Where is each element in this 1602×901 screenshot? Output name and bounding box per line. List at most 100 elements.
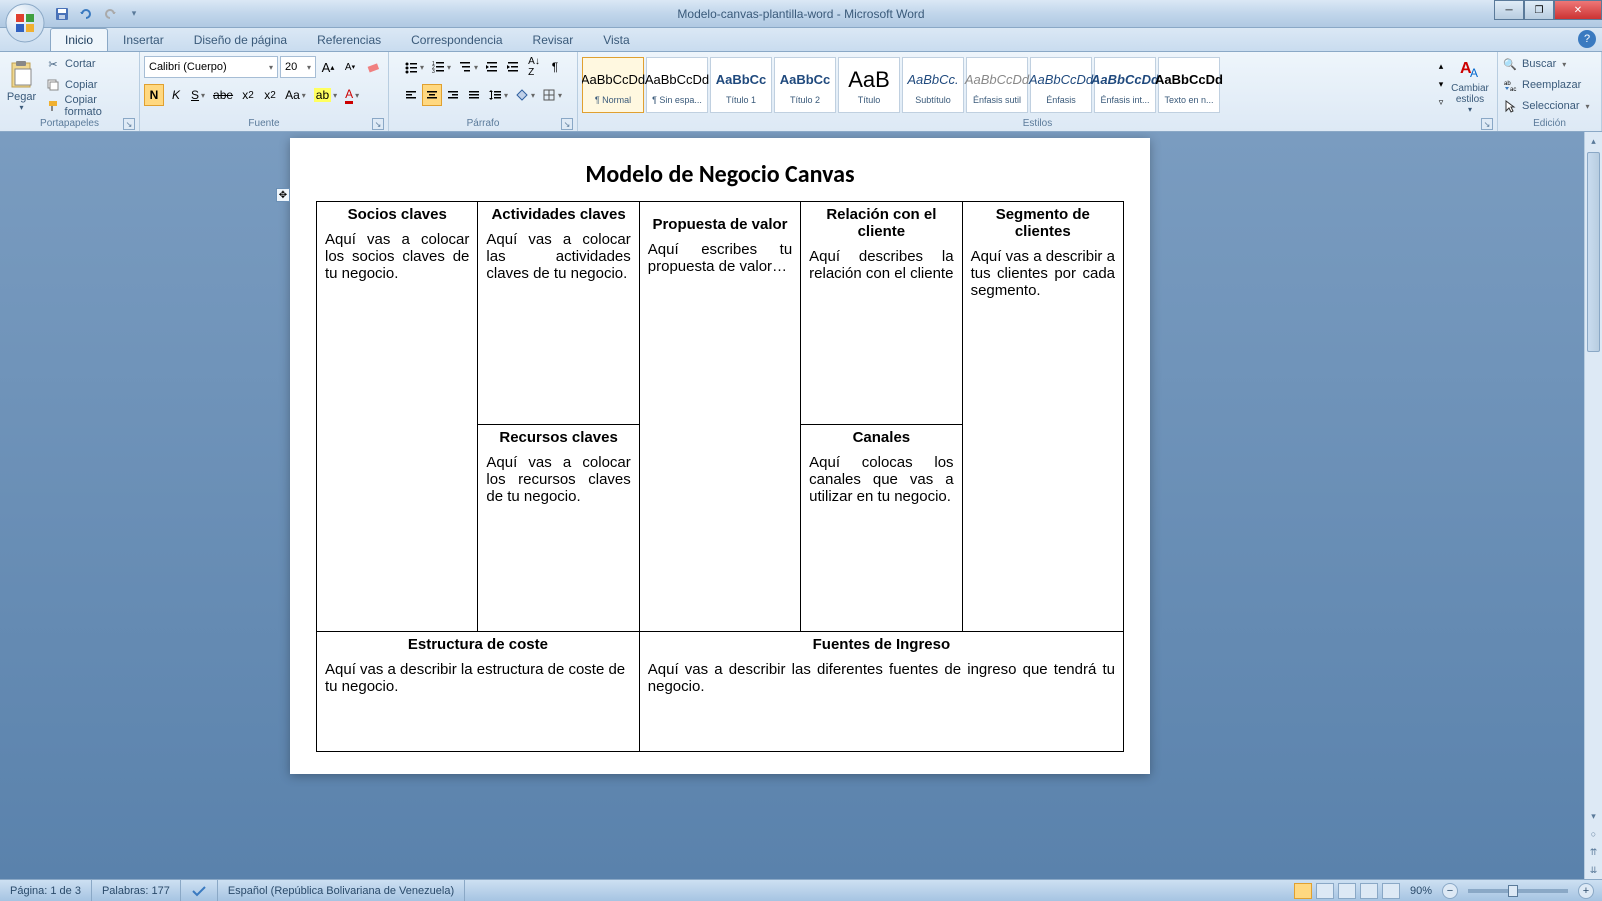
svg-text:ac: ac bbox=[1510, 87, 1516, 92]
font-size-combo[interactable]: 20▾ bbox=[280, 56, 316, 78]
view-full-screen[interactable] bbox=[1316, 883, 1334, 899]
style-item-8[interactable]: AaBbCcDdÉnfasis int... bbox=[1094, 57, 1156, 113]
align-left-button[interactable] bbox=[401, 84, 421, 106]
view-print-layout[interactable] bbox=[1294, 883, 1312, 899]
zoom-out-button[interactable]: − bbox=[1442, 883, 1458, 899]
show-marks-button[interactable]: ¶ bbox=[545, 56, 565, 78]
borders-button[interactable]: ▾ bbox=[539, 84, 565, 106]
grow-font-button[interactable]: A▴ bbox=[318, 56, 338, 78]
italic-button[interactable]: K bbox=[166, 84, 186, 106]
scroll-up-icon[interactable]: ▴ bbox=[1585, 132, 1602, 150]
font-launcher[interactable]: ↘ bbox=[372, 118, 384, 130]
shrink-font-button[interactable]: A▾ bbox=[340, 56, 360, 78]
tab-revisar[interactable]: Revisar bbox=[518, 28, 589, 51]
status-language[interactable]: Español (República Bolivariana de Venezu… bbox=[218, 880, 465, 901]
find-button[interactable]: 🔍Buscar ▾ bbox=[1502, 54, 1597, 74]
format-painter-button[interactable]: Copiar formato bbox=[45, 96, 135, 116]
cut-button[interactable]: ✂Cortar bbox=[45, 54, 135, 74]
replace-button[interactable]: abacReemplazar bbox=[1502, 75, 1597, 95]
numbering-button[interactable]: 123▾ bbox=[428, 56, 454, 78]
close-button[interactable]: ✕ bbox=[1554, 0, 1602, 20]
select-button[interactable]: Seleccionar ▾ bbox=[1502, 96, 1597, 116]
brush-icon bbox=[45, 98, 61, 114]
line-spacing-button[interactable]: ▾ bbox=[485, 84, 511, 106]
paste-button[interactable]: Pegar ▾ bbox=[4, 57, 39, 114]
tab-correspondencia[interactable]: Correspondencia bbox=[396, 28, 517, 51]
view-draft[interactable] bbox=[1382, 883, 1400, 899]
sort-button[interactable]: A↓Z bbox=[524, 56, 544, 78]
scroll-down-icon[interactable]: ▾ bbox=[1585, 807, 1602, 825]
qat-customize-icon[interactable]: ▾ bbox=[124, 4, 144, 24]
view-outline[interactable] bbox=[1360, 883, 1378, 899]
clipboard-launcher[interactable]: ↘ bbox=[123, 118, 135, 130]
undo-icon[interactable] bbox=[76, 4, 96, 24]
align-center-button[interactable] bbox=[422, 84, 442, 106]
vertical-scrollbar[interactable]: ▴ ▾ ○ ⇈ ⇊ bbox=[1584, 132, 1602, 879]
style-item-6[interactable]: AaBbCcDdÉnfasis sutil bbox=[966, 57, 1028, 113]
highlight-button[interactable]: ab▾ bbox=[311, 84, 340, 106]
window-title: Modelo-canvas-plantilla-word - Microsoft… bbox=[677, 7, 924, 21]
save-icon[interactable] bbox=[52, 4, 72, 24]
change-case-button[interactable]: Aa▾ bbox=[282, 84, 309, 106]
font-color-button[interactable]: A▾ bbox=[342, 84, 362, 106]
document-page[interactable]: ✥ Modelo de Negocio Canvas Socios claves… bbox=[290, 138, 1150, 774]
change-styles-icon: AA bbox=[1456, 55, 1484, 83]
status-page[interactable]: Página: 1 de 3 bbox=[0, 880, 92, 901]
style-item-1[interactable]: AaBbCcDd¶ Sin espa... bbox=[646, 57, 708, 113]
tab-referencias[interactable]: Referencias bbox=[302, 28, 396, 51]
style-item-9[interactable]: AaBbCcDdTexto en n... bbox=[1158, 57, 1220, 113]
browse-object-icon[interactable]: ○ bbox=[1585, 825, 1602, 843]
zoom-in-button[interactable]: + bbox=[1578, 883, 1594, 899]
shading-button[interactable]: ▾ bbox=[512, 84, 538, 106]
maximize-button[interactable]: ❐ bbox=[1524, 0, 1554, 20]
decrease-indent-button[interactable] bbox=[482, 56, 502, 78]
office-button[interactable] bbox=[4, 2, 46, 44]
style-item-3[interactable]: AaBbCcTítulo 2 bbox=[774, 57, 836, 113]
prev-page-icon[interactable]: ⇈ bbox=[1585, 843, 1602, 861]
zoom-thumb[interactable] bbox=[1508, 885, 1518, 897]
table-move-handle[interactable]: ✥ bbox=[276, 188, 290, 202]
font-name-combo[interactable]: Calibri (Cuerpo)▾ bbox=[144, 56, 278, 78]
zoom-level[interactable]: 90% bbox=[1410, 885, 1432, 897]
tab-insertar[interactable]: Insertar bbox=[108, 28, 179, 51]
style-item-0[interactable]: AaBbCcDd¶ Normal bbox=[582, 57, 644, 113]
styles-gallery[interactable]: AaBbCcDd¶ NormalAaBbCcDd¶ Sin espa...AaB… bbox=[582, 57, 1429, 113]
superscript-button[interactable]: x2 bbox=[260, 84, 280, 106]
justify-button[interactable] bbox=[464, 84, 484, 106]
style-item-4[interactable]: AaBTítulo bbox=[838, 57, 900, 113]
redo-icon[interactable] bbox=[100, 4, 120, 24]
clear-format-button[interactable] bbox=[362, 56, 384, 78]
multilevel-button[interactable]: ▾ bbox=[455, 56, 481, 78]
scroll-thumb[interactable] bbox=[1587, 152, 1600, 352]
style-item-5[interactable]: AaBbCc.Subtítulo bbox=[902, 57, 964, 113]
view-web-layout[interactable] bbox=[1338, 883, 1356, 899]
document-title: Modelo de Negocio Canvas bbox=[316, 160, 1124, 189]
document-area: ✥ Modelo de Negocio Canvas Socios claves… bbox=[0, 132, 1602, 879]
bold-button[interactable]: N bbox=[144, 84, 164, 106]
zoom-slider[interactable] bbox=[1468, 889, 1568, 893]
tab-vista[interactable]: Vista bbox=[588, 28, 644, 51]
increase-indent-button[interactable] bbox=[503, 56, 523, 78]
styles-launcher[interactable]: ↘ bbox=[1481, 118, 1493, 130]
paragraph-launcher[interactable]: ↘ bbox=[561, 118, 573, 130]
style-item-2[interactable]: AaBbCcTítulo 1 bbox=[710, 57, 772, 113]
status-words[interactable]: Palabras: 177 bbox=[92, 880, 181, 901]
align-right-button[interactable] bbox=[443, 84, 463, 106]
subscript-button[interactable]: x2 bbox=[238, 84, 258, 106]
bullets-button[interactable]: ▾ bbox=[401, 56, 427, 78]
minimize-button[interactable]: ─ bbox=[1494, 0, 1524, 20]
group-paragraph: ▾ 123▾ ▾ A↓Z ¶ ▾ ▾ ▾ Párrafo↘ bbox=[389, 52, 578, 131]
strike-button[interactable]: abe bbox=[210, 84, 236, 106]
next-page-icon[interactable]: ⇊ bbox=[1585, 861, 1602, 879]
binoculars-icon: 🔍 bbox=[1502, 56, 1518, 72]
help-button[interactable]: ? bbox=[1578, 30, 1596, 48]
change-styles-button[interactable]: AA Cambiar estilos▾ bbox=[1447, 55, 1493, 114]
style-item-7[interactable]: AaBbCcDdÉnfasis bbox=[1030, 57, 1092, 113]
canvas-table[interactable]: Socios clavesAquí vas a colocar los soci… bbox=[316, 201, 1124, 752]
underline-button[interactable]: S▾ bbox=[188, 84, 208, 106]
copy-button[interactable]: Copiar bbox=[45, 75, 135, 95]
tab-inicio[interactable]: Inicio bbox=[50, 28, 108, 51]
tab-diseno[interactable]: Diseño de página bbox=[179, 28, 302, 51]
cursor-icon bbox=[1502, 98, 1518, 114]
status-proofing[interactable] bbox=[181, 880, 218, 901]
